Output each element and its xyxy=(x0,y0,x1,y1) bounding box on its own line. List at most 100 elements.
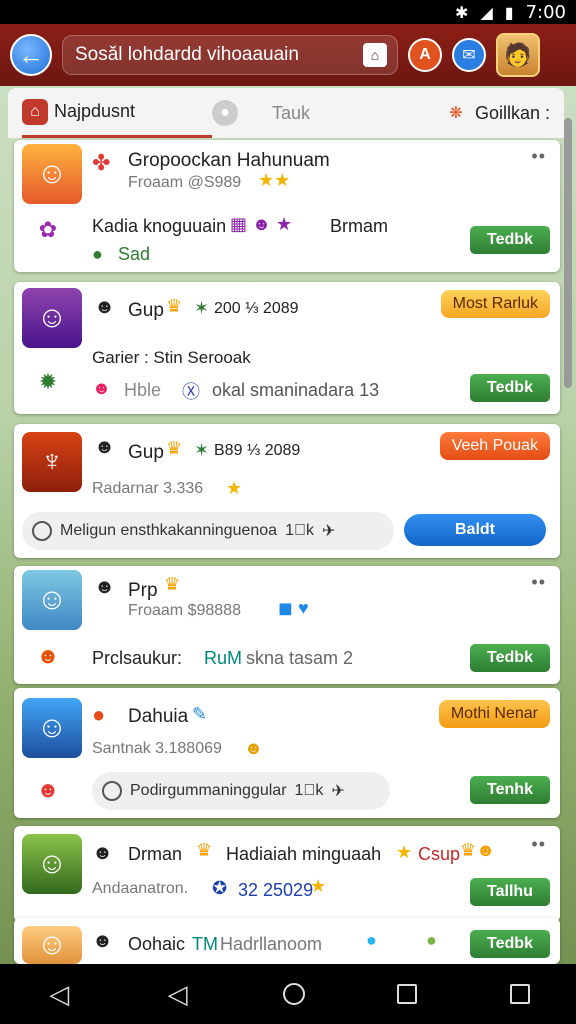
action-button[interactable]: Tallhu xyxy=(470,878,550,906)
list-item[interactable]: ☺ ✤ Gropoockan Hahunuam Froaam @S989 ★★ … xyxy=(14,140,560,272)
bluetooth-icon: ✱ xyxy=(455,2,469,22)
tab-talk[interactable]: Tauk xyxy=(272,88,442,138)
share-icon[interactable]: ✈ xyxy=(322,521,335,541)
item-title-tail: Csup xyxy=(418,844,461,864)
note-text: Podirgummaninggular xyxy=(130,782,287,799)
app-title: Sosăl lohdardd vihoaauain xyxy=(75,44,299,65)
back-button[interactable]: ← xyxy=(10,34,52,76)
title-bar[interactable]: Sosăl lohdardd vihoaauain ⌂ xyxy=(62,35,398,75)
note-bar[interactable]: Meligun ensthkakanninguenoa 1⃝k ✈ xyxy=(22,512,394,550)
item-title-mid: TM xyxy=(192,934,218,954)
note-count: 1⃝k xyxy=(294,782,324,799)
navigation-bar: ◁ ◁ xyxy=(0,964,576,1024)
avatar: ☺ xyxy=(22,926,82,964)
item-score: B89 ⅓ 2089 xyxy=(214,442,301,459)
back-nav-icon[interactable]: ◁ xyxy=(46,979,72,1009)
note-count: 1⃝k xyxy=(285,522,314,539)
more-icon[interactable]: •• xyxy=(531,572,546,593)
status-badge: Most Rarluk xyxy=(440,290,550,318)
item-subtitle: Froaam @S989 xyxy=(128,174,242,191)
item-line-b: Hble xyxy=(124,380,162,400)
item-line: Prclsaukur: xyxy=(92,648,183,668)
item-title: Oohaic xyxy=(128,934,186,954)
item-title: Gup xyxy=(128,442,164,463)
avatar[interactable]: 🧑 xyxy=(496,33,540,77)
crown-icon: ♛ xyxy=(166,296,183,316)
recents-nav-icon[interactable] xyxy=(397,984,418,1004)
star-icon: ★ xyxy=(396,842,413,862)
messenger-icon[interactable]: ✉ xyxy=(452,38,486,72)
star-icon: ★ xyxy=(310,876,327,896)
status-bar: ✱ ◢ ▮ 7:00 xyxy=(0,0,576,24)
action-button[interactable]: Tedbk xyxy=(470,226,550,254)
star-icon: ✶ xyxy=(194,298,210,318)
item-line-tail: 32 25029 xyxy=(238,880,314,900)
app-bar: ← Sosăl lohdardd vihoaauain ⌂ A ✉ 🧑 xyxy=(0,24,576,86)
house-icon: ⌂ xyxy=(22,98,48,125)
check-icon: ● xyxy=(92,244,103,264)
character-icon: ☻ xyxy=(36,643,60,668)
note-bar[interactable]: Podirgummaninggular 1⃝k ✈ xyxy=(92,772,390,810)
virus-icon: ✹ xyxy=(38,369,58,394)
item-title-mid: Hadiaiah minguaah xyxy=(226,844,382,864)
list-item[interactable]: ☺ ☻ Oohaic TM Hadrllanoom ● ● Tedbk xyxy=(14,918,560,964)
character-icon: ☻ xyxy=(36,777,60,802)
share-icon[interactable]: ✈ xyxy=(331,781,344,801)
item-title: Gropoockan Hahunuam xyxy=(128,150,330,171)
toggle-button[interactable]: Baldt xyxy=(404,514,546,546)
item-title-tail: Hadrllanoom xyxy=(220,934,323,954)
avatar: ☺ xyxy=(22,834,82,894)
person-icon: ☻ xyxy=(92,842,114,864)
list-item[interactable]: ☺ ☻ Prp ♛ Froaam $98888 ◼ ♥ •• ☻ Prclsau… xyxy=(14,566,560,684)
avatar: ☺ xyxy=(22,288,82,348)
avatar: ☺ xyxy=(22,144,82,204)
emoji-icon: ☻ xyxy=(92,378,111,398)
list-item[interactable]: ♆ ☻ Gup ♛ ✶ B89 ⅓ 2089 Veeh Pouak Radarn… xyxy=(14,424,560,558)
home-nav-icon[interactable] xyxy=(282,983,305,1005)
list-item[interactable]: ☺ ☻ Gup ♛ ✶ 200 ⅓ 2089 Most Rarluk ✹ Gar… xyxy=(14,282,560,414)
avatar: ♆ xyxy=(22,432,82,492)
shield-icon: ◼ ♥ xyxy=(278,598,309,618)
item-line: Andaanatron. xyxy=(92,880,189,897)
star-icon: ★★ xyxy=(258,170,291,190)
item-line-tail: Brmam xyxy=(330,216,388,236)
signal-icon: ◢ xyxy=(480,2,493,22)
clock: 7:00 xyxy=(525,1,566,23)
item-line: Kadia knoguuain xyxy=(92,216,227,236)
tab-trending[interactable]: ❋ Goillkan : xyxy=(443,88,550,138)
person-icon: ☻ xyxy=(92,930,114,952)
battery-icon: ▮ xyxy=(504,2,514,22)
action-button[interactable]: Tedbk xyxy=(470,930,550,958)
list-item[interactable]: ☺ ● Dahuia ✎ Mothi Nenar Santnak 3.18806… xyxy=(14,688,560,818)
info-icon[interactable]: ● xyxy=(366,930,377,951)
chat-icon: ● xyxy=(212,100,238,126)
clock-icon xyxy=(32,521,52,541)
action-button[interactable]: Tedbk xyxy=(470,644,550,672)
home-icon[interactable]: ⌂ xyxy=(363,43,387,67)
achievement-icon[interactable]: A xyxy=(408,38,442,72)
emoji-icon: ▦ ☻ ★ xyxy=(230,214,293,234)
bulb-icon[interactable]: ● xyxy=(426,930,437,951)
list-item[interactable]: ☺ ☻ Drman ♛ Hadiaiah minguaah ★ Csup ♛☻ … xyxy=(14,826,560,922)
star-icon: ★ xyxy=(226,478,243,498)
pinwheel-icon: ✤ xyxy=(92,150,111,175)
crown-icon: ♛ xyxy=(166,438,183,458)
item-line-tail: skna tasam 2 xyxy=(246,648,354,668)
flower-icon: ✿ xyxy=(38,217,58,242)
pencil-icon: ✎ xyxy=(192,704,208,724)
item-line: Santnak 3.188069 xyxy=(92,740,222,757)
action-button[interactable]: Tenhk xyxy=(470,776,550,804)
bubble-icon: ● xyxy=(92,702,106,727)
recents-nav-icon[interactable] xyxy=(509,984,530,1004)
tab-chat[interactable]: ● xyxy=(212,88,272,138)
tab-home[interactable]: ⌂ Najpdusnt xyxy=(22,88,212,138)
avatar: ☺ xyxy=(22,698,82,758)
back-nav-icon[interactable]: ◁ xyxy=(165,979,191,1009)
more-icon[interactable]: •• xyxy=(531,834,546,855)
status-badge: Mothi Nenar xyxy=(438,700,550,728)
scrollbar[interactable] xyxy=(564,118,572,388)
item-subtitle: Froaam $98888 xyxy=(128,602,241,619)
action-button[interactable]: Tedbk xyxy=(470,374,550,402)
more-icon[interactable]: •• xyxy=(531,146,546,167)
item-line-tail: okal smaninadara 13 xyxy=(212,380,380,400)
